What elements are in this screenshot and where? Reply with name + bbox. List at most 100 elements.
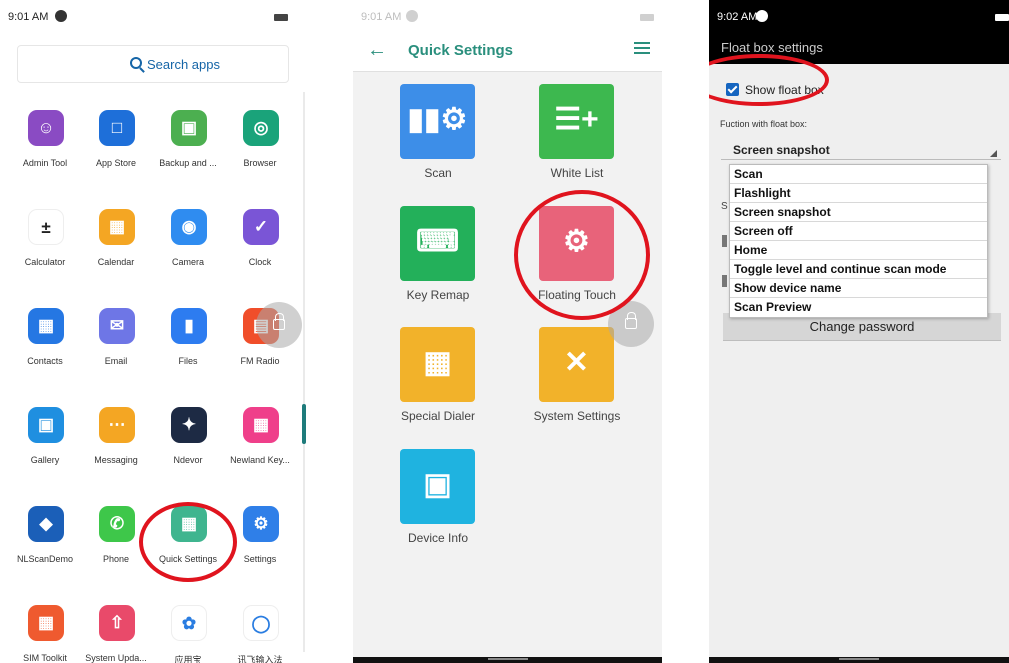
status-time: 9:01 AM (361, 11, 402, 23)
calculator-icon: ± (28, 209, 64, 245)
camera-icon: ◉ (171, 209, 207, 245)
app-label: Clock (248, 257, 272, 267)
app-label: App Store (95, 158, 137, 168)
highlight-circle (709, 54, 829, 106)
tile-scan[interactable]: ▮▮⚙ Scan (363, 84, 513, 199)
hidden-row-label: S (721, 201, 728, 212)
tile-device-info[interactable]: ▣ Device Info (363, 449, 513, 564)
app-label: Gallery (30, 455, 60, 465)
status-time: 9:02 AM (717, 11, 758, 23)
app-newland-key[interactable]: ▦ Newland Key... (220, 407, 300, 487)
dropdown-arrow-icon (990, 150, 997, 157)
app-[interactable]: ◯ 讯飞输入法 (220, 605, 300, 663)
navigation-bar (353, 657, 662, 663)
calendar-icon: ▦ (99, 209, 135, 245)
function-option-screen-snapshot[interactable]: Screen snapshot (730, 203, 987, 222)
app-gallery[interactable]: ▣ Gallery (5, 407, 85, 487)
floating-lock-button[interactable] (256, 302, 302, 348)
app-label: Admin Tool (22, 158, 68, 168)
navigation-bar (709, 657, 1009, 663)
app-label: SIM Toolkit (23, 653, 67, 663)
app-[interactable]: ✿ 应用宝 (148, 605, 228, 663)
tile-white-list[interactable]: ☰+ White List (502, 84, 652, 199)
app-calculator[interactable]: ± Calculator (5, 209, 85, 289)
tile-key-remap[interactable]: ⌨ Key Remap (363, 206, 513, 321)
app-label: Backup and ... (159, 158, 217, 168)
app-admin-tool[interactable]: ☺ Admin Tool (5, 110, 85, 190)
status-bar: 9:01 AM (0, 0, 306, 34)
status-time: 9:01 AM (8, 11, 49, 23)
function-option-flashlight[interactable]: Flashlight (730, 184, 987, 203)
app-app-store[interactable]: □ App Store (76, 110, 156, 190)
back-arrow-icon[interactable]: ← (367, 39, 387, 62)
app-drawer-screen: 9:01 AM Search apps ☺ Admin Tool □ App Stor… (0, 0, 306, 663)
phone-icon: ✆ (99, 506, 135, 542)
quick-settings-screen: 9:01 AM ← Quick Settings ▮▮⚙ Scan ☰+ White … (353, 0, 662, 663)
checklist-plus-icon: ☰+ (539, 84, 614, 159)
function-option-show-device-name[interactable]: Show device name (730, 279, 987, 298)
app-label: System Upda... (85, 653, 147, 663)
app-email[interactable]: ✉ Email (76, 308, 156, 388)
function-option-toggle-level-and-continue-scan-mode[interactable]: Toggle level and continue scan mode (730, 260, 987, 279)
app-nlscandemo[interactable]: ◆ NLScanDemo (5, 506, 85, 586)
app-clock[interactable]: ✓ Clock (220, 209, 300, 289)
gear-icon: ⚙ (243, 506, 279, 542)
tile-label: Scan (424, 166, 452, 180)
message-icon: ⋯ (99, 407, 135, 443)
home-indicator[interactable] (487, 658, 528, 660)
ndevor-icon: ✦ (171, 407, 207, 443)
function-select[interactable]: Screen snapshot (721, 138, 1001, 160)
tile-special-dialer[interactable]: ▦ Special Dialer (363, 327, 513, 442)
floppy-disk-icon: ▣ (171, 110, 207, 146)
app-contacts[interactable]: ▦ Contacts (5, 308, 85, 388)
app-files[interactable]: ▮ Files (148, 308, 228, 388)
app-label: FM Radio (240, 356, 280, 366)
keyboard-icon: ⌨ (400, 206, 475, 281)
search-icon (130, 57, 142, 69)
app-label: Newland Key... (230, 455, 290, 465)
tile-label: Special Dialer (400, 409, 476, 423)
function-label: Fuction with float box: (720, 119, 808, 129)
app-messaging[interactable]: ⋯ Messaging (76, 407, 156, 487)
app-label: Ndevor (173, 455, 203, 465)
tile-label: White List (550, 166, 604, 180)
tile-label: System Settings (533, 409, 621, 423)
status-bar: 9:02 AM (709, 0, 1009, 32)
lock-icon (625, 312, 637, 329)
shopping-bag-icon: □ (99, 110, 135, 146)
folder-icon: ▮ (171, 308, 207, 344)
function-option-home[interactable]: Home (730, 241, 987, 260)
list-menu-icon[interactable] (634, 42, 650, 54)
function-option-scan-preview[interactable]: Scan Preview (730, 298, 987, 317)
chip-icon: ▣ (400, 449, 475, 524)
selected-function: Screen snapshot (733, 143, 830, 157)
scroll-track[interactable] (303, 92, 305, 652)
function-option-scan[interactable]: Scan (730, 165, 987, 184)
tile-label: Key Remap (406, 288, 470, 302)
app-sim-toolkit[interactable]: ▦ SIM Toolkit (5, 605, 85, 663)
search-apps-bar[interactable]: Search apps (17, 45, 289, 83)
battery-icon (640, 14, 654, 21)
battery-icon (274, 14, 288, 21)
app-calendar[interactable]: ▦ Calendar (76, 209, 156, 289)
nlscan-icon: ◆ (28, 506, 64, 542)
home-indicator[interactable] (839, 658, 879, 660)
scroll-thumb[interactable] (302, 404, 306, 444)
highlight-circle (514, 190, 650, 320)
page-title: Quick Settings (408, 42, 514, 59)
keyboard-icon: ▦ (243, 407, 279, 443)
app-label: Messaging (94, 455, 138, 465)
tile-label: Device Info (407, 531, 469, 545)
barcode-gear-icon: ▮▮⚙ (400, 84, 475, 159)
app-backup-and[interactable]: ▣ Backup and ... (148, 110, 228, 190)
app-camera[interactable]: ◉ Camera (148, 209, 228, 289)
app-label: Files (178, 356, 198, 366)
app-browser[interactable]: ◎ Browser (220, 110, 300, 190)
app-label: Contacts (27, 356, 63, 366)
function-option-screen-off[interactable]: Screen off (730, 222, 987, 241)
status-bar: 9:01 AM (353, 0, 662, 34)
app-market-icon: ✿ (171, 605, 207, 641)
app-system-upda[interactable]: ⇧ System Upda... (76, 605, 156, 663)
app-label: Email (104, 356, 128, 366)
app-ndevor[interactable]: ✦ Ndevor (148, 407, 228, 487)
